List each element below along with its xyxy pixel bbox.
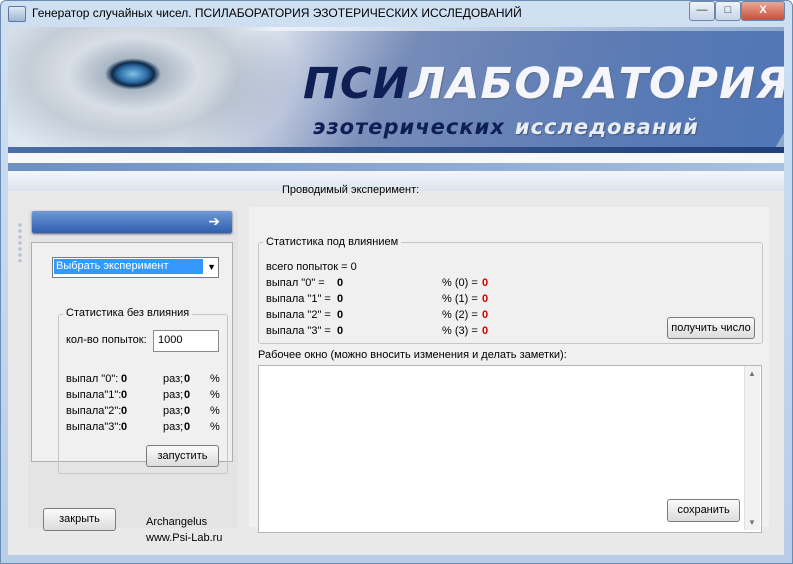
- baseline-row-sign: %: [210, 421, 220, 433]
- influence-row-pct: 0: [482, 293, 489, 305]
- scroll-down-icon[interactable]: ▼: [748, 518, 756, 527]
- baseline-row-count: 0: [121, 421, 128, 433]
- influence-row-label: выпал "0" =: [266, 277, 325, 289]
- influence-row-pct: 0: [482, 277, 489, 289]
- baseline-stats-title: Статистика без влияния: [63, 307, 193, 319]
- influence-stats-title: Статистика под влиянием: [263, 236, 402, 248]
- close-button[interactable]: закрыть: [43, 508, 116, 531]
- app-icon: [8, 6, 26, 22]
- header-banner: ПСИЛАБОРАТОРИЯ эзотерических исследований: [8, 27, 784, 153]
- total-attempts: всего попыток = 0: [266, 261, 357, 273]
- influence-row-label: выпала "2" =: [266, 309, 331, 321]
- baseline-row-label: выпала"3":: [66, 421, 122, 433]
- work-area-label: Рабочее окно (можно вносить изменения и …: [258, 349, 567, 361]
- influence-row-pct-label: % (1) =: [442, 293, 478, 305]
- save-button[interactable]: сохранить: [667, 499, 740, 522]
- baseline-row-count: 0: [121, 373, 128, 385]
- experiment-select-value: Выбрать эксперимент: [54, 259, 203, 274]
- influence-row-pct-label: % (0) =: [442, 277, 478, 289]
- arrow-right-icon: ➔: [208, 213, 220, 229]
- chevron-down-icon[interactable]: ▼: [207, 262, 216, 272]
- influence-row-count: 0: [337, 277, 344, 289]
- maximize-button[interactable]: □: [715, 1, 741, 21]
- title-bar[interactable]: Генератор случайных чисел. ПСИЛАБОРАТОРИ…: [0, 0, 793, 26]
- close-window-button[interactable]: X: [741, 1, 785, 21]
- baseline-row-sign: %: [210, 405, 220, 417]
- decorative-dots: [17, 222, 23, 262]
- attempts-input[interactable]: 1000: [153, 330, 219, 352]
- influence-row-count: 0: [337, 293, 344, 305]
- start-button[interactable]: запустить: [146, 445, 219, 467]
- attempts-label: кол-во попыток:: [66, 334, 147, 346]
- baseline-row-pct: 0: [184, 405, 191, 417]
- window-title: Генератор случайных чисел. ПСИЛАБОРАТОРИ…: [32, 6, 522, 20]
- influence-row-pct: 0: [482, 309, 489, 321]
- baseline-row-unit: раз;: [163, 405, 184, 417]
- scroll-up-icon[interactable]: ▲: [748, 369, 756, 378]
- influence-row-pct: 0: [482, 325, 489, 337]
- influence-row-label: выпала "1" =: [266, 293, 331, 305]
- influence-row-label: выпала "3" =: [266, 325, 331, 337]
- logo-part-psi: ПСИ: [303, 59, 410, 109]
- baseline-row-pct: 0: [184, 373, 191, 385]
- baseline-row-count: 0: [121, 405, 128, 417]
- logo-part-lab: ЛАБОРАТОРИЯ: [409, 59, 784, 109]
- site-link[interactable]: www.Psi-Lab.ru: [146, 532, 222, 544]
- get-number-button[interactable]: получить число: [667, 317, 755, 339]
- minimize-button[interactable]: —: [689, 1, 715, 21]
- baseline-row-label: выпала"1":: [66, 389, 122, 401]
- baseline-row-sign: %: [210, 373, 220, 385]
- baseline-row-label: выпал "0":: [66, 373, 119, 385]
- author-name: Archangelus: [146, 516, 208, 528]
- baseline-row-count: 0: [121, 389, 128, 401]
- influence-row-count: 0: [337, 325, 344, 337]
- influence-row-pct-label: % (2) =: [442, 309, 478, 321]
- tagline-part1: эзотерических: [313, 115, 505, 139]
- nav-arrow-bar: ➔: [32, 211, 232, 233]
- logo-title: ПСИЛАБОРАТОРИЯ: [303, 59, 784, 109]
- work-area-scrollbar[interactable]: ▲ ▼: [744, 366, 760, 530]
- baseline-row-label: выпала"2":: [66, 405, 122, 417]
- baseline-row-unit: раз;: [163, 421, 184, 433]
- influence-row-count: 0: [337, 309, 344, 321]
- experiment-label: Проводимый эксперимент:: [282, 184, 420, 196]
- baseline-row-unit: раз;: [163, 389, 184, 401]
- logo-tagline: эзотерических исследований: [313, 115, 699, 139]
- baseline-row-pct: 0: [184, 421, 191, 433]
- baseline-row-sign: %: [210, 389, 220, 401]
- baseline-row-pct: 0: [184, 389, 191, 401]
- banner-stripe: [8, 163, 784, 171]
- influence-row-pct-label: % (3) =: [442, 325, 478, 337]
- banner-stripe: [8, 153, 784, 163]
- tagline-part2: исследований: [514, 115, 699, 139]
- baseline-row-unit: раз;: [163, 373, 184, 385]
- experiment-select[interactable]: Выбрать эксперимент ▼: [52, 257, 219, 278]
